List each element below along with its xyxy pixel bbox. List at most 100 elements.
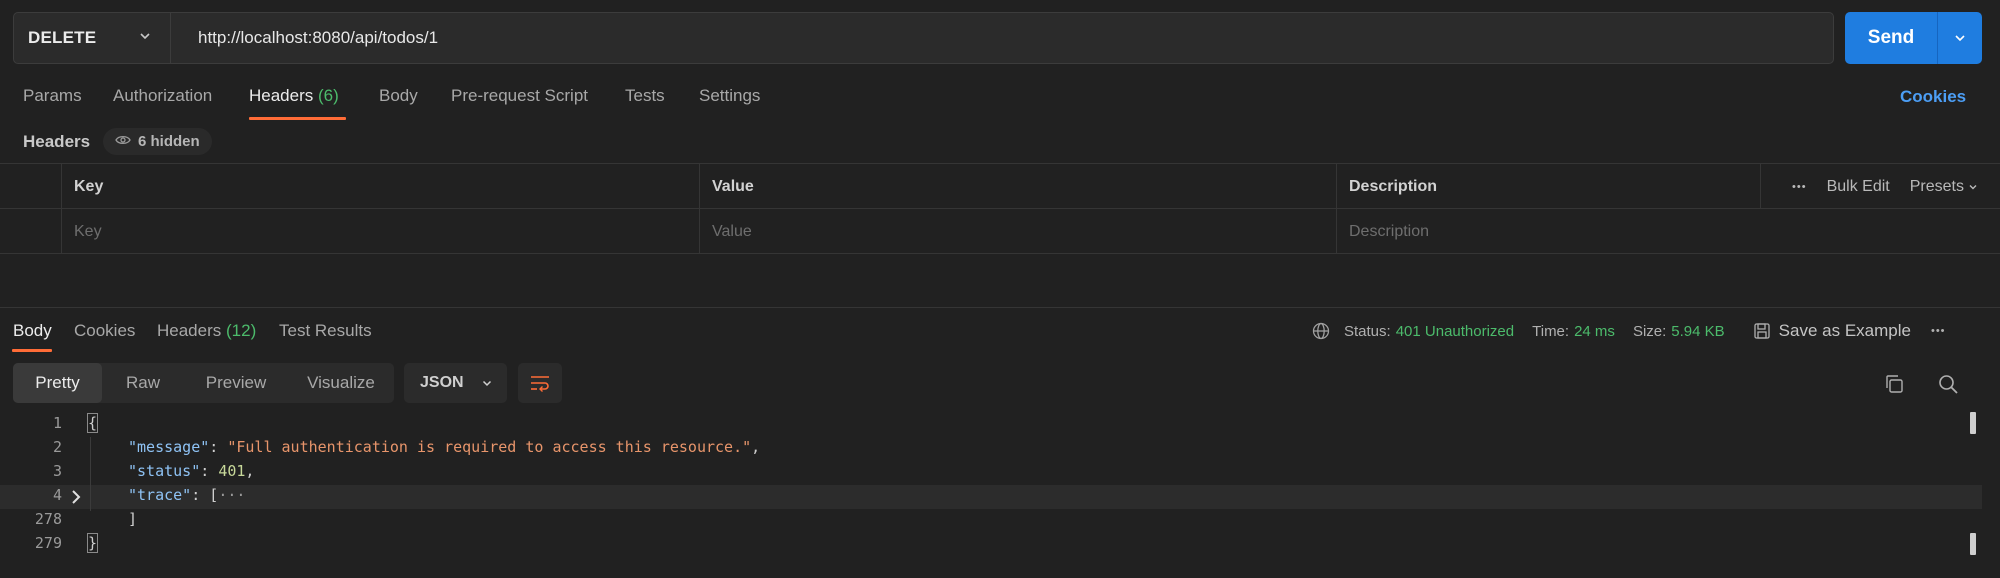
size-label: Size: <box>1632 322 1667 340</box>
copy-icon[interactable] <box>1883 373 1905 400</box>
search-icon[interactable] <box>1937 373 1959 400</box>
view-preview[interactable]: Preview <box>184 363 288 403</box>
value-input[interactable]: Value <box>699 209 1336 254</box>
hidden-headers-toggle[interactable]: 6 hidden <box>103 128 212 155</box>
wrap-lines-button[interactable] <box>518 363 562 403</box>
method-label: DELETE <box>28 28 97 47</box>
view-raw[interactable]: Raw <box>102 363 184 403</box>
column-key: Key <box>61 164 699 209</box>
response-tab-test-results[interactable]: Test Results <box>279 321 372 341</box>
tab-params[interactable]: Params <box>23 86 82 106</box>
trace-key: "trace" <box>128 486 192 504</box>
response-tab-headers-label: Headers <box>157 321 222 340</box>
chevron-right-icon[interactable] <box>70 489 82 509</box>
active-tab-indicator <box>249 117 346 120</box>
send-label: Send <box>1867 27 1915 48</box>
headers-section-label: Headers <box>23 132 91 151</box>
save-as-example-button[interactable]: Save as Example <box>1753 321 1911 341</box>
code-line: { <box>86 413 99 433</box>
tab-tests[interactable]: Tests <box>625 86 665 106</box>
trace-close-bracket: ] <box>128 510 138 528</box>
format-label: JSON <box>420 374 464 391</box>
description-input[interactable]: Description <box>1336 209 2000 254</box>
chevron-down-icon <box>138 29 152 48</box>
colon: : <box>200 462 219 480</box>
table-row: Key Value Description <box>0 209 2000 254</box>
response-tab-headers[interactable]: Headers (12) <box>157 321 256 341</box>
view-pretty[interactable]: Pretty <box>13 363 102 403</box>
line-number: 279 <box>34 534 62 552</box>
line-number: 1 <box>52 414 62 432</box>
line-number: 3 <box>52 462 62 480</box>
save-icon <box>1754 323 1770 339</box>
indent-guide <box>90 437 91 511</box>
colon: : <box>191 486 210 504</box>
response-tab-body[interactable]: Body <box>13 321 52 341</box>
chevron-down-icon <box>482 380 492 387</box>
globe-icon[interactable] <box>1312 322 1330 340</box>
tab-headers-count: (6) <box>318 86 339 105</box>
comma: , <box>245 462 255 480</box>
comma: , <box>751 438 761 456</box>
message-key: "message" <box>128 438 210 456</box>
send-button[interactable]: Send <box>1845 12 1982 64</box>
close-brace: } <box>86 533 99 553</box>
response-tab-cookies[interactable]: Cookies <box>74 321 135 341</box>
url-bar: DELETE http://localhost:8080/api/todos/1 <box>13 12 1834 64</box>
code-line: "status": 401, <box>128 462 254 480</box>
current-line-highlight <box>0 485 1982 509</box>
line-number: 4 <box>52 486 62 504</box>
headers-table: Key Value Description ••• Bulk Edit Pres… <box>0 163 2000 254</box>
eye-icon <box>115 133 131 150</box>
presets-dropdown[interactable]: Presets <box>1910 178 1978 196</box>
collapsed-ellipsis[interactable]: ··· <box>218 486 245 504</box>
table-header-row: Key Value Description ••• Bulk Edit Pres… <box>0 164 2000 209</box>
status-key: "status" <box>128 462 201 480</box>
url-input[interactable]: http://localhost:8080/api/todos/1 <box>171 28 438 48</box>
chevron-down-icon <box>1969 184 1977 189</box>
status-value[interactable]: 401 Unauthorized <box>1396 323 1514 340</box>
code-line: "message": "Full authentication is requi… <box>128 438 760 456</box>
colon: : <box>209 438 228 456</box>
line-number: 2 <box>52 438 62 456</box>
column-description: Description <box>1336 164 1760 209</box>
format-select[interactable]: JSON <box>404 363 507 403</box>
view-visualize[interactable]: Visualize <box>288 363 394 403</box>
code-line: } <box>86 533 99 553</box>
response-active-tab-indicator <box>12 349 52 352</box>
tab-headers[interactable]: Headers (6) <box>249 86 339 106</box>
send-options-chevron-icon[interactable] <box>1938 31 1982 45</box>
save-as-example-label: Save as Example <box>1778 321 1911 340</box>
wrap-lines-icon <box>531 376 549 392</box>
scrollbar-marker[interactable] <box>1970 412 1976 434</box>
time-value[interactable]: 24 ms <box>1574 323 1615 340</box>
tab-settings[interactable]: Settings <box>699 86 760 106</box>
table-tools: ••• Bulk Edit Presets <box>1792 164 1978 209</box>
presets-label: Presets <box>1909 177 1964 195</box>
more-options-icon[interactable]: ••• <box>1792 181 1807 193</box>
view-mode-selector: Pretty Raw Preview Visualize <box>13 363 394 403</box>
response-status-bar: Status: 401 Unauthorized Time: 24 ms Siz… <box>1312 319 1946 343</box>
response-tab-headers-count: (12) <box>226 321 257 340</box>
time-label: Time: <box>1532 322 1570 340</box>
scrollbar-marker[interactable] <box>1970 533 1976 555</box>
tab-body[interactable]: Body <box>379 86 418 106</box>
trace-open-bracket: [ <box>209 486 219 504</box>
status-code-value: 401 <box>218 462 246 480</box>
response-divider <box>0 307 2000 308</box>
message-value: "Full authentication is required to acce… <box>227 438 752 456</box>
key-input[interactable]: Key <box>61 209 699 254</box>
tab-authorization[interactable]: Authorization <box>113 86 212 106</box>
cookies-link[interactable]: Cookies <box>1900 87 1966 107</box>
code-line: "trace": [··· <box>128 486 245 504</box>
method-select[interactable]: DELETE <box>14 13 171 63</box>
response-more-options-icon[interactable]: ••• <box>1931 325 1946 337</box>
hidden-headers-label: 6 hidden <box>138 133 200 150</box>
status-label: Status: <box>1344 322 1391 340</box>
bulk-edit-button[interactable]: Bulk Edit <box>1827 178 1890 196</box>
open-brace: { <box>86 413 99 433</box>
size-value[interactable]: 5.94 KB <box>1671 323 1724 340</box>
line-number: 278 <box>34 510 62 528</box>
tab-pre-request-script[interactable]: Pre-request Script <box>451 86 588 106</box>
tab-headers-label: Headers <box>249 86 314 105</box>
